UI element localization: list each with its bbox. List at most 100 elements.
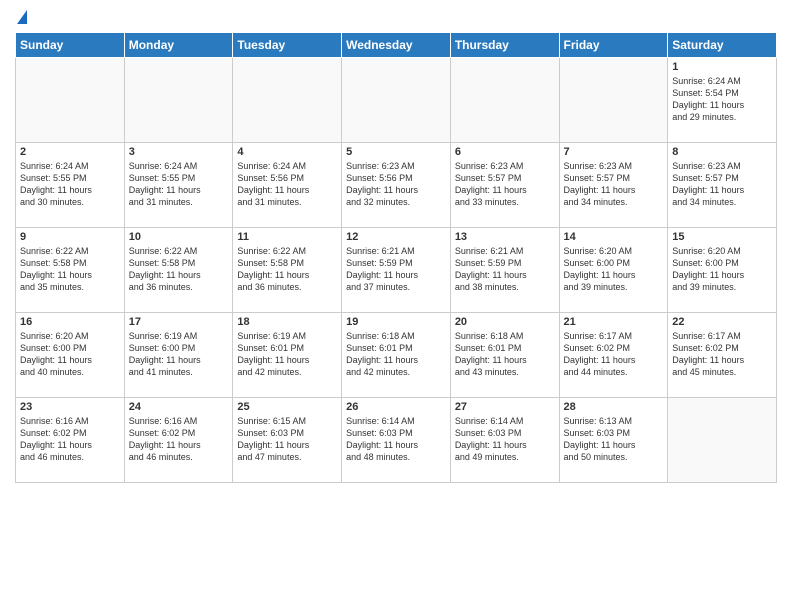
day-number: 19 (346, 316, 446, 328)
day-number: 27 (455, 401, 555, 413)
day-cell: 11 Sunrise: 6:22 AM Sunset: 5:58 PM Dayli… (233, 228, 342, 313)
day-info: Sunrise: 6:24 AM Sunset: 5:54 PM Dayligh… (672, 75, 772, 124)
day-cell: 20 Sunrise: 6:18 AM Sunset: 6:01 PM Dayli… (450, 313, 559, 398)
day-info: Sunrise: 6:20 AM Sunset: 6:00 PM Dayligh… (564, 245, 664, 294)
day-cell: 17 Sunrise: 6:19 AM Sunset: 6:00 PM Dayli… (124, 313, 233, 398)
day-info: Sunrise: 6:23 AM Sunset: 5:57 PM Dayligh… (455, 160, 555, 209)
day-info: Sunrise: 6:19 AM Sunset: 6:01 PM Dayligh… (237, 330, 337, 379)
day-number: 18 (237, 316, 337, 328)
day-info: Sunrise: 6:22 AM Sunset: 5:58 PM Dayligh… (20, 245, 120, 294)
calendar-table: SundayMondayTuesdayWednesdayThursdayFrid… (15, 32, 777, 483)
day-cell: 13 Sunrise: 6:21 AM Sunset: 5:59 PM Dayli… (450, 228, 559, 313)
day-number: 14 (564, 231, 664, 243)
day-info: Sunrise: 6:20 AM Sunset: 6:00 PM Dayligh… (20, 330, 120, 379)
day-cell: 24 Sunrise: 6:16 AM Sunset: 6:02 PM Dayli… (124, 398, 233, 483)
day-info: Sunrise: 6:17 AM Sunset: 6:02 PM Dayligh… (672, 330, 772, 379)
day-cell: 3 Sunrise: 6:24 AM Sunset: 5:55 PM Daylig… (124, 143, 233, 228)
day-number: 8 (672, 146, 772, 158)
day-cell: 28 Sunrise: 6:13 AM Sunset: 6:03 PM Dayli… (559, 398, 668, 483)
week-row-1: 1 Sunrise: 6:24 AM Sunset: 5:54 PM Daylig… (16, 58, 777, 143)
day-cell: 2 Sunrise: 6:24 AM Sunset: 5:55 PM Daylig… (16, 143, 125, 228)
day-info: Sunrise: 6:18 AM Sunset: 6:01 PM Dayligh… (346, 330, 446, 379)
weekday-header-sunday: Sunday (16, 33, 125, 58)
day-info: Sunrise: 6:15 AM Sunset: 6:03 PM Dayligh… (237, 415, 337, 464)
day-info: Sunrise: 6:17 AM Sunset: 6:02 PM Dayligh… (564, 330, 664, 379)
day-info: Sunrise: 6:21 AM Sunset: 5:59 PM Dayligh… (455, 245, 555, 294)
day-info: Sunrise: 6:24 AM Sunset: 5:56 PM Dayligh… (237, 160, 337, 209)
logo-triangle-icon (17, 10, 27, 24)
day-info: Sunrise: 6:23 AM Sunset: 5:57 PM Dayligh… (672, 160, 772, 209)
day-cell: 15 Sunrise: 6:20 AM Sunset: 6:00 PM Dayli… (668, 228, 777, 313)
day-cell: 16 Sunrise: 6:20 AM Sunset: 6:00 PM Dayli… (16, 313, 125, 398)
day-number: 9 (20, 231, 120, 243)
day-info: Sunrise: 6:13 AM Sunset: 6:03 PM Dayligh… (564, 415, 664, 464)
day-cell: 22 Sunrise: 6:17 AM Sunset: 6:02 PM Dayli… (668, 313, 777, 398)
day-number: 23 (20, 401, 120, 413)
weekday-header-thursday: Thursday (450, 33, 559, 58)
day-cell: 5 Sunrise: 6:23 AM Sunset: 5:56 PM Daylig… (342, 143, 451, 228)
day-cell: 26 Sunrise: 6:14 AM Sunset: 6:03 PM Dayli… (342, 398, 451, 483)
day-info: Sunrise: 6:21 AM Sunset: 5:59 PM Dayligh… (346, 245, 446, 294)
day-cell: 1 Sunrise: 6:24 AM Sunset: 5:54 PM Daylig… (668, 58, 777, 143)
day-number: 15 (672, 231, 772, 243)
day-cell: 8 Sunrise: 6:23 AM Sunset: 5:57 PM Daylig… (668, 143, 777, 228)
day-cell (450, 58, 559, 143)
day-cell: 25 Sunrise: 6:15 AM Sunset: 6:03 PM Dayli… (233, 398, 342, 483)
day-number: 2 (20, 146, 120, 158)
day-cell (16, 58, 125, 143)
week-row-5: 23 Sunrise: 6:16 AM Sunset: 6:02 PM Dayli… (16, 398, 777, 483)
day-number: 13 (455, 231, 555, 243)
day-cell: 10 Sunrise: 6:22 AM Sunset: 5:58 PM Dayli… (124, 228, 233, 313)
day-cell: 21 Sunrise: 6:17 AM Sunset: 6:02 PM Dayli… (559, 313, 668, 398)
day-cell (233, 58, 342, 143)
day-number: 5 (346, 146, 446, 158)
day-info: Sunrise: 6:18 AM Sunset: 6:01 PM Dayligh… (455, 330, 555, 379)
day-number: 12 (346, 231, 446, 243)
day-number: 10 (129, 231, 229, 243)
day-number: 3 (129, 146, 229, 158)
day-info: Sunrise: 6:22 AM Sunset: 5:58 PM Dayligh… (129, 245, 229, 294)
day-info: Sunrise: 6:23 AM Sunset: 5:57 PM Dayligh… (564, 160, 664, 209)
day-info: Sunrise: 6:20 AM Sunset: 6:00 PM Dayligh… (672, 245, 772, 294)
day-cell: 18 Sunrise: 6:19 AM Sunset: 6:01 PM Dayli… (233, 313, 342, 398)
calendar-body: 1 Sunrise: 6:24 AM Sunset: 5:54 PM Daylig… (16, 58, 777, 483)
day-cell: 12 Sunrise: 6:21 AM Sunset: 5:59 PM Dayli… (342, 228, 451, 313)
day-number: 4 (237, 146, 337, 158)
day-cell (559, 58, 668, 143)
weekday-row: SundayMondayTuesdayWednesdayThursdayFrid… (16, 33, 777, 58)
day-number: 1 (672, 61, 772, 73)
day-cell: 19 Sunrise: 6:18 AM Sunset: 6:01 PM Dayli… (342, 313, 451, 398)
page-header (15, 10, 777, 24)
day-info: Sunrise: 6:23 AM Sunset: 5:56 PM Dayligh… (346, 160, 446, 209)
weekday-header-friday: Friday (559, 33, 668, 58)
day-cell: 9 Sunrise: 6:22 AM Sunset: 5:58 PM Daylig… (16, 228, 125, 313)
day-info: Sunrise: 6:19 AM Sunset: 6:00 PM Dayligh… (129, 330, 229, 379)
day-number: 28 (564, 401, 664, 413)
day-info: Sunrise: 6:14 AM Sunset: 6:03 PM Dayligh… (455, 415, 555, 464)
day-number: 24 (129, 401, 229, 413)
day-cell (342, 58, 451, 143)
day-number: 11 (237, 231, 337, 243)
day-cell: 7 Sunrise: 6:23 AM Sunset: 5:57 PM Daylig… (559, 143, 668, 228)
day-cell (668, 398, 777, 483)
weekday-header-saturday: Saturday (668, 33, 777, 58)
day-number: 22 (672, 316, 772, 328)
day-info: Sunrise: 6:22 AM Sunset: 5:58 PM Dayligh… (237, 245, 337, 294)
day-cell: 4 Sunrise: 6:24 AM Sunset: 5:56 PM Daylig… (233, 143, 342, 228)
day-cell (124, 58, 233, 143)
day-number: 26 (346, 401, 446, 413)
day-number: 25 (237, 401, 337, 413)
day-info: Sunrise: 6:24 AM Sunset: 5:55 PM Dayligh… (129, 160, 229, 209)
calendar-header: SundayMondayTuesdayWednesdayThursdayFrid… (16, 33, 777, 58)
day-info: Sunrise: 6:24 AM Sunset: 5:55 PM Dayligh… (20, 160, 120, 209)
day-info: Sunrise: 6:16 AM Sunset: 6:02 PM Dayligh… (129, 415, 229, 464)
week-row-4: 16 Sunrise: 6:20 AM Sunset: 6:00 PM Dayli… (16, 313, 777, 398)
day-info: Sunrise: 6:14 AM Sunset: 6:03 PM Dayligh… (346, 415, 446, 464)
day-number: 21 (564, 316, 664, 328)
day-cell: 23Sunrise: 6:16 AM Sunset: 6:02 PM Dayli… (16, 398, 125, 483)
day-number: 16 (20, 316, 120, 328)
day-number: 7 (564, 146, 664, 158)
weekday-header-tuesday: Tuesday (233, 33, 342, 58)
day-number: 20 (455, 316, 555, 328)
day-number: 17 (129, 316, 229, 328)
